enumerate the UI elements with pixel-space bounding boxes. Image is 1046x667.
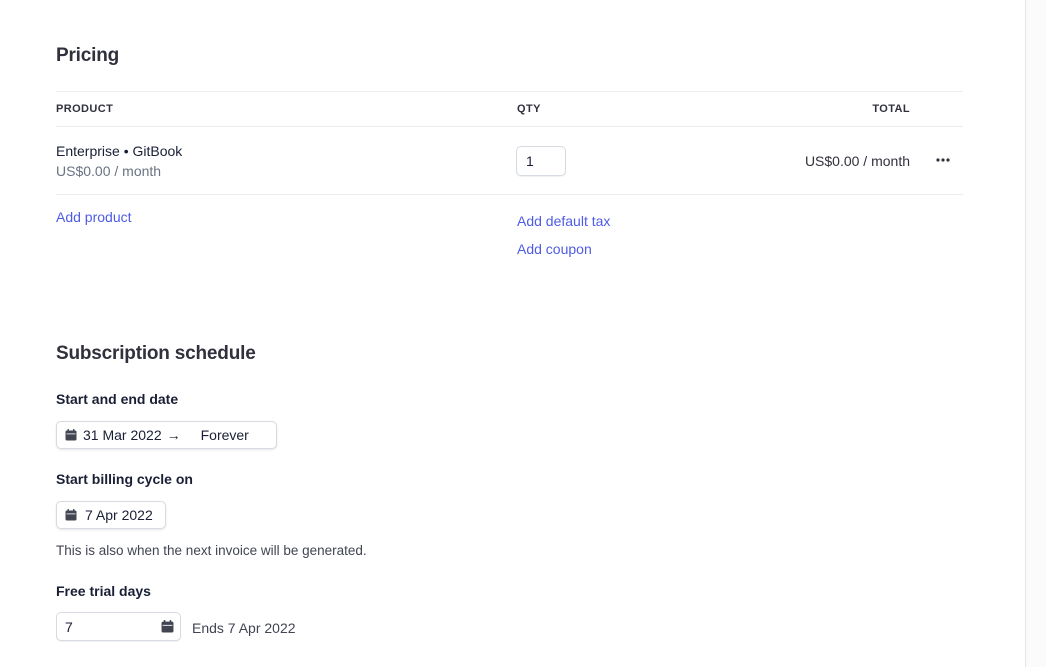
subscription-schedule-title: Subscription schedule [56, 343, 256, 364]
billing-cycle-label: Start billing cycle on [56, 471, 193, 487]
divider [56, 194, 963, 195]
free-trial-days-input[interactable] [57, 613, 153, 640]
calendar-icon[interactable] [161, 620, 174, 633]
billing-cycle-date-picker[interactable]: 7 Apr 2022 [56, 501, 166, 529]
free-trial-label: Free trial days [56, 583, 151, 599]
divider [56, 91, 963, 92]
column-header-total: TOTAL [872, 103, 910, 115]
billing-cycle-date-value: 7 Apr 2022 [85, 507, 153, 523]
more-horizontal-icon [936, 158, 950, 162]
start-date-value: 31 Mar 2022 [83, 427, 162, 443]
end-date-value: Forever [200, 427, 249, 443]
add-default-tax-link[interactable]: Add default tax [517, 213, 610, 229]
calendar-icon [65, 509, 77, 521]
column-header-product: PRODUCT [56, 103, 114, 115]
subscription-editor-page: Pricing PRODUCT QTY TOTAL Enterprise • G… [0, 0, 1046, 667]
start-end-date-label: Start and end date [56, 391, 179, 407]
arrow-right-icon: → [166, 427, 181, 443]
free-trial-field [56, 612, 181, 641]
trial-ends-text: Ends 7 Apr 2022 [192, 620, 296, 636]
date-range-picker[interactable]: 31 Mar 2022 → Forever [56, 421, 277, 449]
column-header-qty: QTY [517, 103, 541, 115]
product-price: US$0.00 / month [56, 163, 162, 179]
pricing-title: Pricing [56, 45, 120, 66]
add-product-link[interactable]: Add product [56, 209, 132, 225]
billing-help-text: This is also when the next invoice will … [56, 543, 367, 558]
calendar-icon [65, 429, 77, 441]
quantity-input[interactable] [516, 146, 566, 176]
side-gutter [1026, 0, 1046, 667]
more-options-button[interactable] [932, 149, 954, 171]
line-total: US$0.00 / month [804, 153, 910, 169]
add-coupon-link[interactable]: Add coupon [517, 241, 592, 257]
divider [56, 126, 963, 127]
product-name: Enterprise • GitBook [56, 143, 183, 159]
